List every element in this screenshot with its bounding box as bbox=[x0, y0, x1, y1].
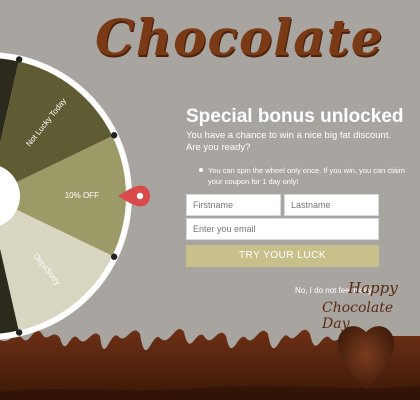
wheel-peg bbox=[110, 132, 118, 139]
offer-note: You can spin the wheel only once. If you… bbox=[208, 166, 405, 186]
popup-stage: 15% OFFNot Lucky Today10% OFFOopsSorry35… bbox=[0, 0, 420, 400]
happy-text: Happy bbox=[348, 279, 398, 297]
wheel-peg bbox=[110, 253, 118, 260]
wheel-peg bbox=[15, 329, 23, 336]
chocolate-day-text: Chocolate Day bbox=[322, 300, 394, 332]
email-input[interactable] bbox=[186, 218, 379, 240]
wheel-slice-label: 10% OFF bbox=[65, 191, 99, 200]
wheel-pointer-dot bbox=[136, 192, 144, 200]
firstname-input[interactable] bbox=[186, 194, 281, 216]
wheel-peg bbox=[15, 56, 23, 63]
brand-logo: Chocolate bbox=[95, 8, 384, 67]
offer-description: You have a chance to win a nice big fat … bbox=[186, 130, 392, 153]
offer-title: Special bonus unlocked bbox=[186, 106, 404, 127]
note-bullet-icon bbox=[199, 168, 203, 172]
lastname-input[interactable] bbox=[284, 194, 379, 216]
try-your-luck-button[interactable]: TRY YOUR LUCK bbox=[186, 245, 379, 267]
